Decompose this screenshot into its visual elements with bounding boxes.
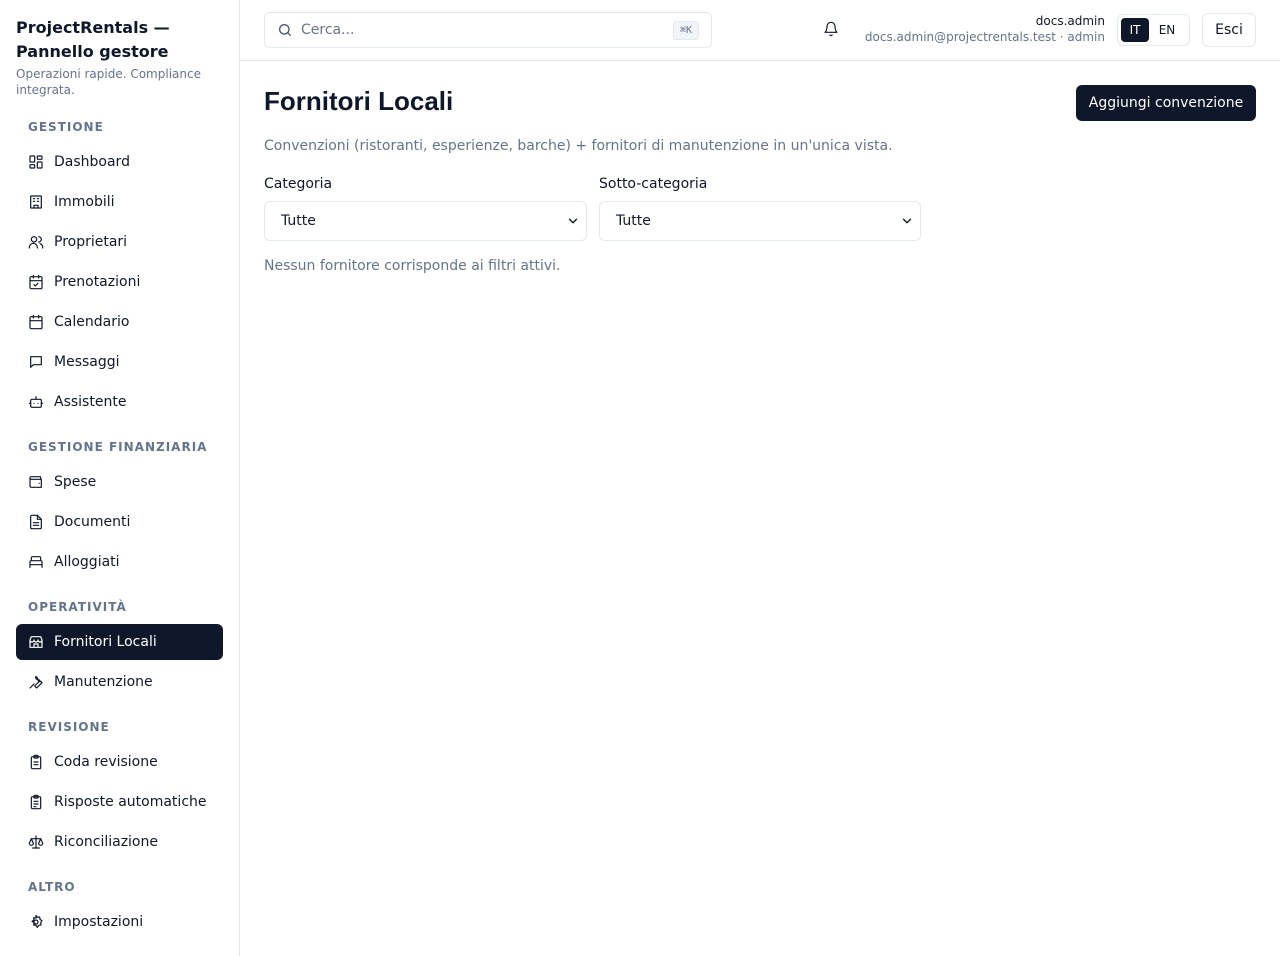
sidebar-item-risposte-automatiche[interactable]: Risposte automatiche <box>16 784 223 820</box>
chevron-down-icon <box>902 218 912 224</box>
sidebar-item-manutenzione[interactable]: Manutenzione <box>16 664 223 700</box>
sidebar-item-impostazioni[interactable]: Impostazioni <box>16 904 223 940</box>
wallet-icon <box>28 474 44 490</box>
category-label: Categoria <box>264 176 333 192</box>
message-icon <box>28 354 44 370</box>
sidebar-item-label: Dashboard <box>54 154 130 170</box>
file-icon <box>28 514 44 530</box>
sidebar-item-riconciliazione[interactable]: Riconciliazione <box>16 824 223 860</box>
sidebar-item-fornitori-locali[interactable]: Fornitori Locali <box>16 624 223 660</box>
subcategory-select-value: Tutte <box>616 213 651 229</box>
sidebar-item-label: Messaggi <box>54 354 120 370</box>
language-switcher: IT EN <box>1117 14 1190 46</box>
clipboard-list-icon <box>28 794 44 810</box>
section-label-operativita: OPERATIVITÀ <box>28 600 127 614</box>
page-title: Fornitori Locali <box>264 86 454 116</box>
search-icon <box>279 24 291 36</box>
sidebar-item-prenotazioni[interactable]: Prenotazioni <box>16 264 223 300</box>
subcategory-label: Sotto-categoria <box>599 176 708 192</box>
logout-button[interactable]: Esci <box>1202 13 1256 47</box>
sidebar-item-alloggiati[interactable]: Alloggiati <box>16 544 223 580</box>
sidebar-item-label: Impostazioni <box>54 914 144 930</box>
section-label-gestione: GESTIONE <box>28 120 104 134</box>
sidebar-item-label: Assistente <box>54 394 127 410</box>
chevron-down-icon <box>568 218 578 224</box>
brand: ProjectRentals — Pannello gestore Operaz… <box>16 16 231 98</box>
sidebar-item-documenti[interactable]: Documenti <box>16 504 223 540</box>
sidebar-item-label: Spese <box>54 474 97 490</box>
sidebar-item-label: Prenotazioni <box>54 274 141 290</box>
sidebar-item-label: Coda revisione <box>54 754 158 770</box>
gear-icon <box>28 914 44 930</box>
add-convention-button[interactable]: Aggiungi convenzione <box>1076 85 1256 121</box>
sidebar-item-messaggi[interactable]: Messaggi <box>16 344 223 380</box>
sidebar-item-spese[interactable]: Spese <box>16 464 223 500</box>
sidebar-item-calendario[interactable]: Calendario <box>16 304 223 340</box>
page-description: Convenzioni (ristoranti, esperienze, bar… <box>264 138 893 154</box>
sidebar: ProjectRentals — Pannello gestore Operaz… <box>0 0 240 956</box>
building-icon <box>28 194 44 210</box>
lang-en-button[interactable]: EN <box>1153 18 1181 42</box>
sidebar-item-assistente[interactable]: Assistente <box>16 384 223 420</box>
subcategory-select[interactable]: Tutte <box>599 201 921 241</box>
category-select[interactable]: Tutte <box>264 201 587 241</box>
users-icon <box>28 234 44 250</box>
sidebar-item-proprietari[interactable]: Proprietari <box>16 224 223 260</box>
sidebar-item-label: Manutenzione <box>54 674 153 690</box>
user-email-role: docs.admin@projectrentals.test · admin <box>864 30 1105 44</box>
sidebar-item-label: Fornitori Locali <box>54 634 157 650</box>
notifications-button[interactable] <box>823 21 841 39</box>
dashboard-icon <box>28 154 44 170</box>
lang-it-button[interactable]: IT <box>1121 18 1149 42</box>
sidebar-item-label: Documenti <box>54 514 131 530</box>
brand-subtitle: Operazioni rapide. Compliance integrata. <box>16 67 201 97</box>
search-placeholder: Cerca... <box>301 22 355 38</box>
topbar: Cerca... ⌘K docs.admin docs.admin@projec… <box>240 0 1280 61</box>
scale-icon <box>28 834 44 850</box>
sidebar-item-dashboard[interactable]: Dashboard <box>16 144 223 180</box>
sidebar-item-coda-revisione[interactable]: Coda revisione <box>16 744 223 780</box>
bed-icon <box>28 554 44 570</box>
sidebar-item-label: Proprietari <box>54 234 128 250</box>
wrench-icon <box>28 674 44 690</box>
user-name: docs.admin <box>1035 14 1105 28</box>
bell-icon <box>824 21 838 37</box>
calendar-icon <box>28 314 44 330</box>
search-input[interactable]: Cerca... ⌘K <box>264 12 712 48</box>
section-label-finanziaria: GESTIONE FINANZIARIA <box>28 440 208 454</box>
store-icon <box>28 634 44 650</box>
sidebar-item-label: Alloggiati <box>54 554 120 570</box>
clipboard-icon <box>28 754 44 770</box>
brand-title: ProjectRentals — Pannello gestore <box>16 18 170 61</box>
sidebar-item-immobili[interactable]: Immobili <box>16 184 223 220</box>
bot-icon <box>28 394 44 410</box>
section-label-altro: ALTRO <box>28 880 76 894</box>
calendar-check-icon <box>28 274 44 290</box>
sidebar-item-label: Riconciliazione <box>54 834 158 850</box>
search-shortcut-badge: ⌘K <box>672 20 699 40</box>
user-info: docs.admin docs.admin@projectrentals.tes… <box>865 13 1105 45</box>
sidebar-item-label: Calendario <box>54 314 130 330</box>
category-select-value: Tutte <box>281 213 316 229</box>
section-label-revisione: REVISIONE <box>28 720 110 734</box>
sidebar-item-label: Risposte automatiche <box>54 794 207 810</box>
empty-state-message: Nessun fornitore corrisponde ai filtri a… <box>264 258 561 274</box>
sidebar-item-label: Immobili <box>54 194 115 210</box>
